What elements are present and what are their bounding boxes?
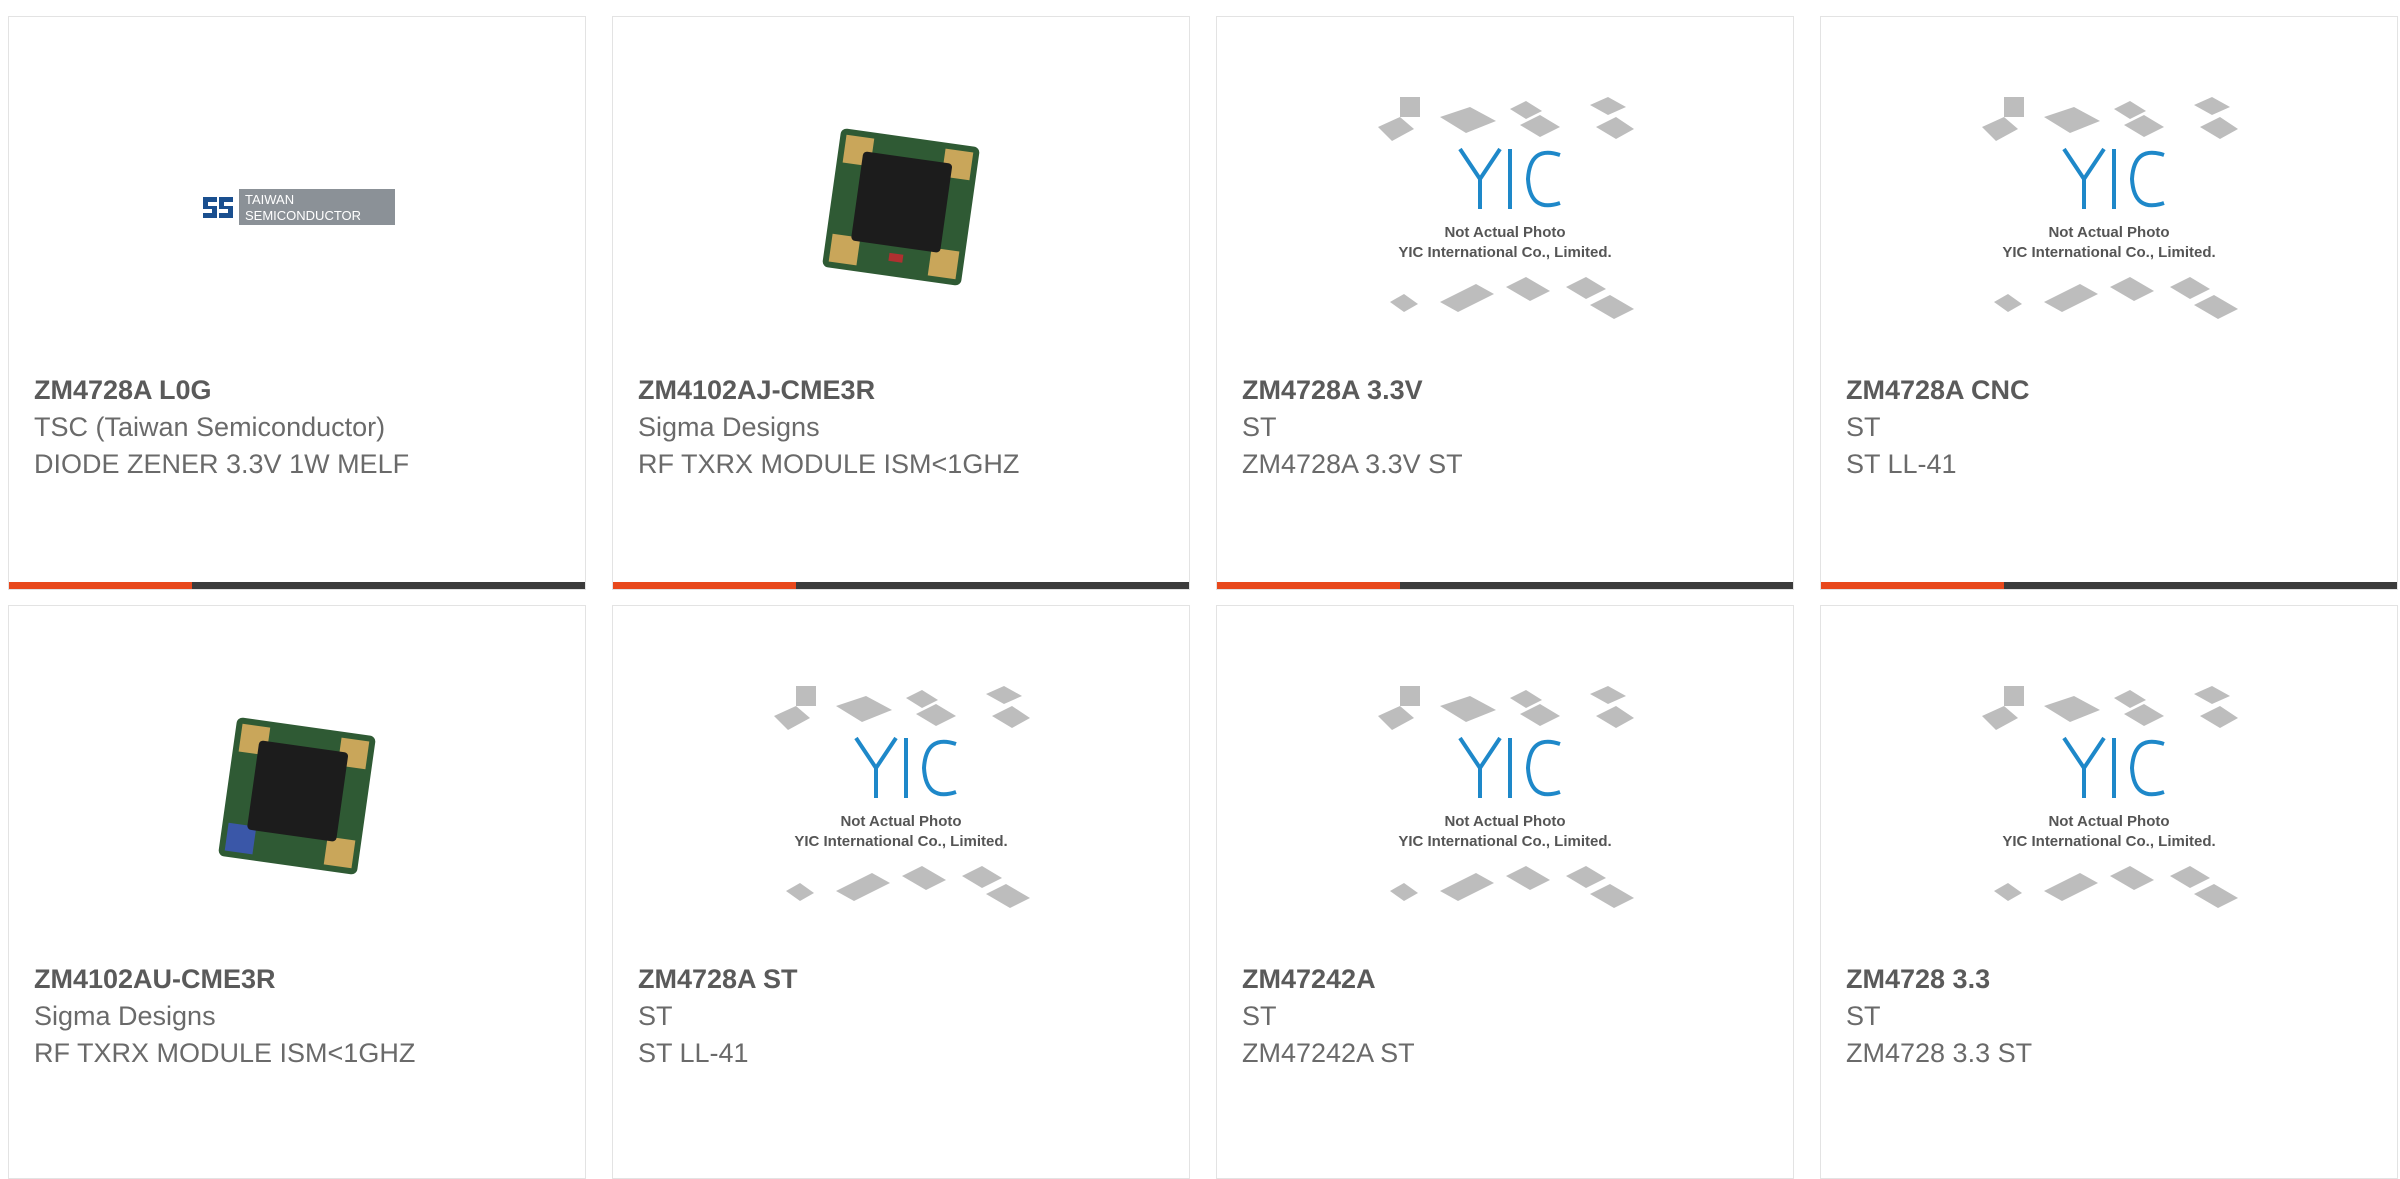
description: RF TXRX MODULE ISM<1GHZ <box>638 449 1020 479</box>
manufacturer: ST <box>638 1001 673 1031</box>
product-image[interactable]: Not Actual Photo YIC International Co., … <box>613 676 1189 916</box>
svg-text:YIC International Co., Limited: YIC International Co., Limited. <box>1398 833 1611 850</box>
description: DIODE ZENER 3.3V 1W MELF <box>34 449 410 479</box>
yic-placeholder-image: Not Actual Photo YIC International Co., … <box>1378 97 1634 319</box>
product-image[interactable] <box>9 676 585 916</box>
manufacturer: ST <box>1242 1001 1277 1031</box>
product-image[interactable]: Not Actual Photo YIC International Co., … <box>1821 676 2397 916</box>
svg-text:Not Actual Photo: Not Actual Photo <box>2048 224 2169 241</box>
product-image[interactable] <box>613 87 1189 327</box>
card-bottom-bar <box>613 582 1189 589</box>
part-number[interactable]: ZM4728A L0G <box>34 375 212 406</box>
card-bottom-bar <box>1821 582 2397 589</box>
yic-placeholder-image: Not Actual Photo YIC International Co., … <box>1982 97 2238 319</box>
part-number[interactable]: ZM4102AJ-CME3R <box>638 375 875 406</box>
svg-text:YIC International Co., Limited: YIC International Co., Limited. <box>794 833 1007 850</box>
description: ST LL-41 <box>1846 449 1957 479</box>
svg-text:TAIWAN: TAIWAN <box>245 192 294 207</box>
product-image[interactable]: Not Actual Photo YIC International Co., … <box>1217 676 1793 916</box>
product-image[interactable]: TAIWAN SEMICONDUCTOR <box>9 87 585 327</box>
part-number[interactable]: ZM47242A <box>1242 964 1376 995</box>
product-card[interactable]: Not Actual Photo YIC International Co., … <box>1216 16 1794 590</box>
card-accent-bar <box>9 582 192 589</box>
svg-text:Not Actual Photo: Not Actual Photo <box>1444 224 1565 241</box>
product-card[interactable]: Not Actual Photo YIC International Co., … <box>1216 605 1794 1179</box>
manufacturer: ST <box>1846 1001 1881 1031</box>
card-bottom-bar <box>1217 582 1793 589</box>
rf-module-icon <box>218 717 376 875</box>
part-number[interactable]: ZM4728 3.3 <box>1846 964 1990 995</box>
svg-text:YIC International Co., Limited: YIC International Co., Limited. <box>2002 244 2215 261</box>
product-image[interactable]: Not Actual Photo YIC International Co., … <box>1821 87 2397 327</box>
manufacturer: Sigma Designs <box>638 412 820 442</box>
product-card[interactable]: ZM4102AJ-CME3R Sigma Designs RF TXRX MOD… <box>612 16 1190 590</box>
description: RF TXRX MODULE ISM<1GHZ <box>34 1038 416 1068</box>
part-number[interactable]: ZM4728A ST <box>638 964 798 995</box>
svg-text:Not Actual Photo: Not Actual Photo <box>840 813 961 830</box>
product-card[interactable]: Not Actual Photo YIC International Co., … <box>1820 16 2398 590</box>
manufacturer: TSC (Taiwan Semiconductor) <box>34 412 386 442</box>
product-card[interactable]: TAIWAN SEMICONDUCTOR ZM4728A L0G TSC (Ta… <box>8 16 586 590</box>
description: ZM4728 3.3 ST <box>1846 1038 2033 1068</box>
product-card[interactable]: ZM4102AU-CME3R Sigma Designs RF TXRX MOD… <box>8 605 586 1179</box>
card-bottom-bar <box>9 582 585 589</box>
manufacturer: ST <box>1846 412 1881 442</box>
description: ZM4728A 3.3V ST <box>1242 449 1463 479</box>
svg-text:Not Actual Photo: Not Actual Photo <box>1444 813 1565 830</box>
product-card[interactable]: Not Actual Photo YIC International Co., … <box>1820 605 2398 1179</box>
yic-placeholder-image: Not Actual Photo YIC International Co., … <box>1378 686 1634 908</box>
product-image[interactable]: Not Actual Photo YIC International Co., … <box>1217 87 1793 327</box>
product-card[interactable]: Not Actual Photo YIC International Co., … <box>612 605 1190 1179</box>
part-number[interactable]: ZM4102AU-CME3R <box>34 964 276 995</box>
yic-placeholder-image: Not Actual Photo YIC International Co., … <box>1982 686 2238 908</box>
card-accent-bar <box>1217 582 1400 589</box>
svg-text:YIC International Co., Limited: YIC International Co., Limited. <box>2002 833 2215 850</box>
taiwan-semiconductor-logo: TAIWAN SEMICONDUCTOR <box>197 185 397 229</box>
card-accent-bar <box>613 582 796 589</box>
manufacturer: ST <box>1242 412 1277 442</box>
card-accent-bar <box>1821 582 2004 589</box>
manufacturer: Sigma Designs <box>34 1001 216 1031</box>
svg-text:YIC International Co., Limited: YIC International Co., Limited. <box>1398 244 1611 261</box>
yic-placeholder-image: Not Actual Photo YIC International Co., … <box>774 686 1030 908</box>
part-number[interactable]: ZM4728A CNC <box>1846 375 2030 406</box>
svg-text:Not Actual Photo: Not Actual Photo <box>2048 813 2169 830</box>
rf-module-icon <box>822 128 980 286</box>
description: ST LL-41 <box>638 1038 749 1068</box>
svg-text:SEMICONDUCTOR: SEMICONDUCTOR <box>245 208 361 223</box>
part-number[interactable]: ZM4728A 3.3V <box>1242 375 1423 406</box>
description: ZM47242A ST <box>1242 1038 1415 1068</box>
product-grid: TAIWAN SEMICONDUCTOR ZM4728A L0G TSC (Ta… <box>0 0 2400 1179</box>
